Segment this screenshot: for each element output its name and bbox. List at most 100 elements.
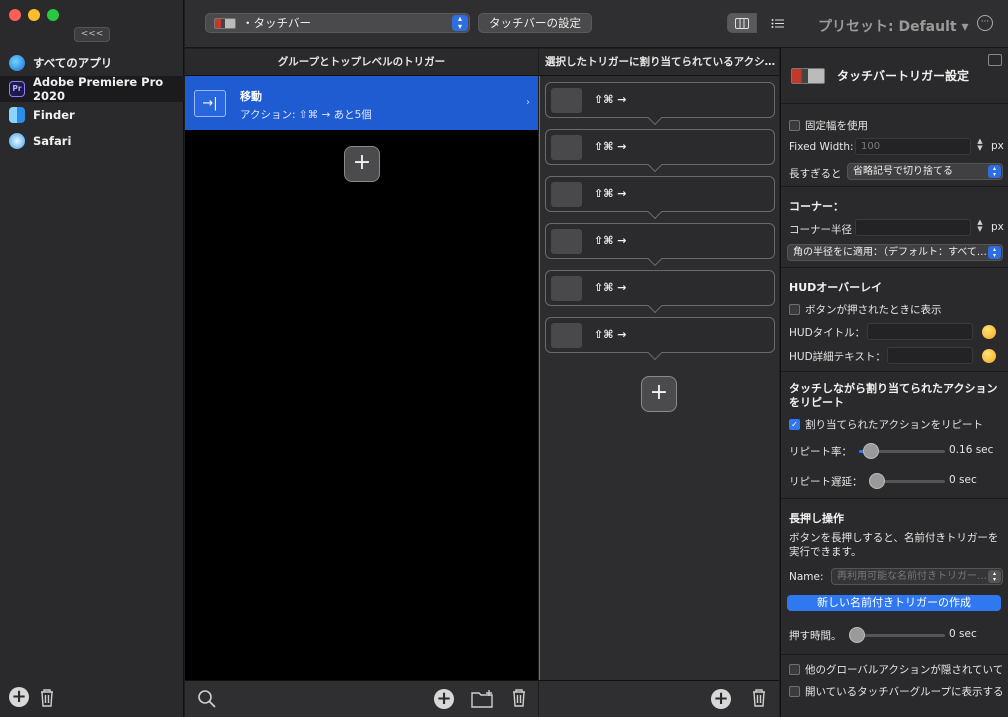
checkbox-box: ✓ [789, 419, 800, 430]
press-time-value: 0 sec [949, 628, 977, 640]
close-window-button[interactable] [9, 9, 21, 21]
add-action-footer-button[interactable]: + [711, 689, 731, 709]
collapse-sidebar-button[interactable]: <<< [74, 27, 110, 42]
truncation-select[interactable]: 省略記号で切り捨てる ▴ ▾ [847, 163, 1003, 180]
finder-icon [9, 107, 25, 123]
action-card[interactable]: ⇧⌘ → [545, 270, 775, 314]
emoji-picker-icon[interactable] [982, 349, 996, 363]
groups-column: →| 移動 アクション: ⇧⌘ → あと5個 › + [185, 76, 538, 680]
corner-apply-select[interactable]: 角の半径をに適用：（デフォルト：すべて… ▴ ▾ [787, 244, 1003, 261]
add-group-trigger-button[interactable]: + [434, 689, 454, 709]
slider-knob[interactable] [863, 443, 880, 459]
delete-app-button[interactable] [39, 688, 55, 707]
preset-selector[interactable]: プリセット: Default ▾ [818, 16, 969, 36]
fixed-width-stepper[interactable]: ▲ ▼ [975, 138, 985, 154]
trash-icon[interactable] [751, 688, 767, 707]
more-options-icon[interactable]: ··· [977, 15, 993, 31]
emoji-picker-icon[interactable] [982, 325, 996, 339]
all-apps-icon [9, 55, 25, 71]
chevron-updown-icon: ▴ ▾ [452, 15, 468, 31]
sidebar-item-label: Adobe Premiere Pro 2020 [33, 75, 164, 103]
named-trigger-value: 再利用可能な名前付きトリガー… [837, 571, 987, 582]
add-app-button[interactable]: + [9, 687, 29, 707]
press-time-slider[interactable] [849, 627, 945, 643]
minimize-window-button[interactable] [28, 9, 40, 21]
trigger-title: 移動 [240, 90, 262, 103]
window-icon[interactable] [988, 54, 1002, 66]
add-action-button[interactable]: + [641, 376, 677, 412]
corner-radius-input[interactable] [855, 219, 971, 236]
trigger-type-select[interactable]: ・タッチバー ▴ ▾ [205, 13, 470, 33]
named-trigger-select[interactable]: 再利用可能な名前付きトリガー… ▴ ▾ [831, 568, 1003, 585]
premiere-icon: Pr [9, 81, 25, 97]
action-label: ⇧⌘ → [594, 281, 627, 294]
open-group-checkbox[interactable]: 開いているタッチバーグループに表示する [789, 684, 1004, 699]
touch-bar-settings-button[interactable]: タッチバーの設定 [478, 13, 592, 33]
section-divider [781, 498, 1008, 499]
action-label: ⇧⌘ → [594, 234, 627, 247]
repeat-delay-value: 0 sec [949, 474, 977, 486]
create-named-trigger-button[interactable]: 新しい名前付きトリガーの作成 [787, 595, 1001, 611]
chevron-updown-icon: ▴ ▾ [988, 246, 1001, 259]
sidebar-item-label: Finder [33, 108, 75, 122]
touch-bar-icon [214, 17, 236, 29]
action-label: ⇧⌘ → [594, 93, 627, 106]
column-view-button[interactable] [727, 13, 757, 33]
repeat-delay-label: リピート遅延： [789, 476, 863, 488]
sidebar-item-all-apps[interactable]: すべてのアプリ [0, 50, 184, 76]
fixed-width-checkbox[interactable]: 固定幅を使用 [789, 118, 868, 133]
corner-radius-stepper[interactable]: ▲ ▼ [975, 219, 985, 235]
action-label: ⇧⌘ → [594, 328, 627, 341]
repeat-checkbox[interactable]: ✓ 割り当てられたアクションをリピート [789, 417, 983, 432]
action-card[interactable]: ⇧⌘ → [545, 317, 775, 361]
checkbox-label: 割り当てられたアクションをリピート [805, 419, 983, 431]
checkbox-box [789, 686, 800, 697]
action-card[interactable]: ⇧⌘ → [545, 176, 775, 220]
fixed-width-input[interactable]: 100 [855, 138, 971, 155]
action-label: ⇧⌘ → [594, 187, 627, 200]
section-divider [781, 371, 1008, 372]
chevron-updown-icon: ▴ ▾ [988, 570, 1001, 583]
hud-title-label: HUDタイトル： [789, 327, 866, 339]
hud-detail-input[interactable] [887, 347, 973, 364]
corner-section-title: コーナー： [789, 200, 844, 213]
repeat-rate-value: 0.16 sec [949, 444, 994, 456]
global-actions-checkbox[interactable]: 他のグローバルアクションが隠されていて [789, 662, 1003, 677]
trigger-type-value: ・タッチバー [242, 16, 311, 30]
action-icon-placeholder [551, 276, 582, 301]
view-mode-segmented [727, 13, 793, 33]
safari-icon [9, 133, 25, 149]
trigger-row-selected[interactable]: →| 移動 アクション: ⇧⌘ → あと5個 › [185, 76, 538, 130]
action-icon-placeholder [551, 88, 582, 113]
app-list: すべてのアプリ Pr Adobe Premiere Pro 2020 Finde… [0, 50, 184, 154]
checkbox-box [789, 664, 800, 675]
action-icon-placeholder [551, 229, 582, 254]
slider-knob[interactable] [869, 473, 885, 489]
main-toolbar: ・タッチバー ▴ ▾ タッチバーの設定 プリセット: Default ▾ ··· [185, 0, 1008, 48]
action-card[interactable]: ⇧⌘ → [545, 223, 775, 267]
inspector-header: タッチバートリガー設定 [781, 48, 1008, 104]
action-icon-placeholder [551, 323, 582, 348]
sidebar-item-premiere[interactable]: Pr Adobe Premiere Pro 2020 [0, 75, 184, 103]
repeat-rate-slider[interactable] [859, 443, 945, 459]
hud-title-input[interactable] [867, 323, 973, 340]
slider-knob[interactable] [849, 627, 865, 643]
sidebar-item-safari[interactable]: Safari [0, 128, 184, 154]
checkbox-label: ボタンが押されたときに表示 [805, 304, 942, 316]
trigger-subtitle: アクション: ⇧⌘ → あと5個 [240, 109, 372, 121]
add-trigger-button[interactable]: + [344, 146, 380, 182]
sidebar-item-finder[interactable]: Finder [0, 102, 184, 128]
search-icon[interactable] [197, 689, 217, 709]
repeat-delay-slider[interactable] [869, 473, 945, 489]
name-label: Name: [789, 571, 824, 583]
checkbox-box [789, 120, 800, 131]
trash-icon[interactable] [511, 688, 527, 707]
list-view-button[interactable] [763, 13, 793, 33]
action-card[interactable]: ⇧⌘ → [545, 82, 775, 126]
action-card[interactable]: ⇧⌘ → [545, 129, 775, 173]
hud-show-checkbox[interactable]: ボタンが押されたときに表示 [789, 302, 942, 317]
action-icon-placeholder [551, 135, 582, 160]
arrow-right-icon: →| [194, 90, 226, 117]
new-folder-icon[interactable] [471, 689, 495, 709]
zoom-window-button[interactable] [47, 9, 59, 21]
